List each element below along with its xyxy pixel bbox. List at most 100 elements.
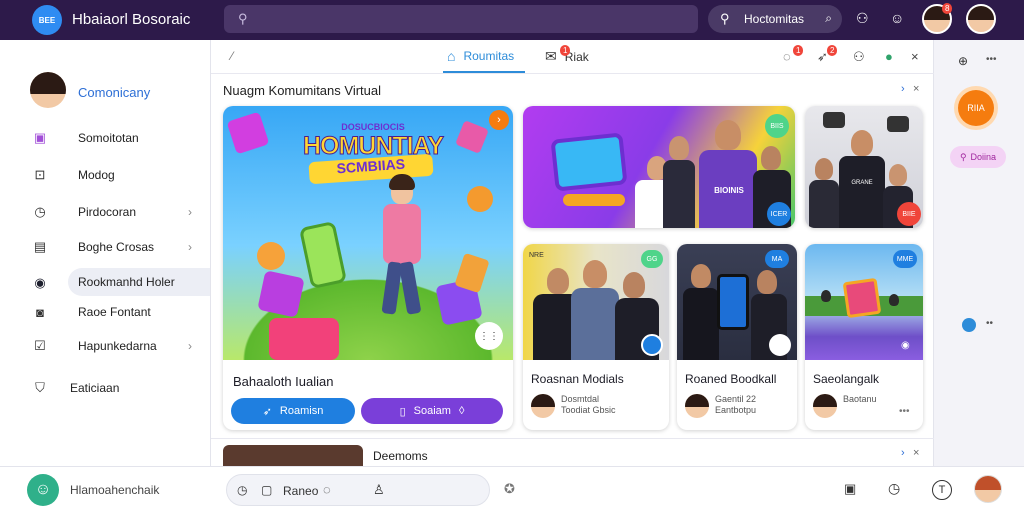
active-tab-indicator: [443, 71, 525, 73]
sidebar-profile-avatar[interactable]: [30, 72, 66, 108]
clock-icon[interactable]: ◷: [888, 480, 900, 497]
chevron-right-icon: ›: [188, 240, 192, 254]
close-icon[interactable]: ×: [911, 49, 919, 64]
more-icon[interactable]: [769, 334, 791, 356]
send-badge: 2: [827, 45, 838, 56]
text-tool-icon[interactable]: T: [932, 480, 952, 500]
community-panel: Nuagm Komumitans Virtual › × › DOSUCBIOC…: [211, 76, 935, 438]
search-pill-button[interactable]: ⚲ Hoctomitas ⌕: [708, 5, 842, 33]
play-icon[interactable]: [641, 334, 663, 356]
status-pill: MME: [893, 250, 917, 268]
sidebar-item-modog[interactable]: ⊡ Modog: [30, 161, 198, 189]
sticker-icon[interactable]: ✪: [504, 481, 515, 497]
calendar-icon[interactable]: ▣: [844, 481, 856, 497]
sidebar-item-hapunkedarna[interactable]: ☑ Hapunkedarna ›: [30, 332, 198, 360]
avatar-hair: [975, 476, 1001, 491]
app-title: Hbaiaorl Bosoraic: [72, 11, 191, 28]
avatar-hair: [813, 394, 837, 408]
arch-structure: [842, 277, 882, 319]
panel-expand-icon[interactable]: ›: [901, 83, 905, 95]
stage-light: [887, 116, 909, 132]
card-title: Roaned Boodkall: [685, 372, 777, 386]
content-card[interactable]: MME ◉ Saeolangalk Baotanu •••: [805, 244, 923, 430]
panel-close-icon[interactable]: ×: [913, 83, 919, 95]
rail-pill[interactable]: ⚲ Doiina: [950, 146, 1006, 168]
sidebar-item-label: Boghe Crosas: [78, 240, 155, 254]
status-dot-icon[interactable]: ●: [885, 49, 893, 64]
sidebar-item-label: Pirdocoran: [78, 205, 137, 219]
link-icon[interactable]: ⊕: [958, 54, 968, 68]
content-card[interactable]: NRE GG Roasnan Modials Dosmtdal Toodiat …: [523, 244, 669, 430]
group-photo-card[interactable]: GRANE BIIE: [805, 106, 923, 228]
person-head: [691, 264, 711, 288]
avatar-hair: [30, 72, 66, 94]
online-status-icon[interactable]: [962, 318, 976, 332]
avatar-hair: [968, 6, 994, 21]
phone-screen: [717, 274, 749, 330]
bag-icon: ⊡: [34, 167, 46, 182]
more-icon[interactable]: ••: [986, 318, 993, 329]
card-meta-1: Dosmtdal: [561, 394, 600, 404]
primary-action-label: Roamisn: [279, 405, 324, 417]
smiley-icon[interactable]: ☺: [890, 10, 904, 26]
more-options-icon[interactable]: ⋮⋮: [475, 322, 503, 350]
sidebar-item-eaticiaan[interactable]: ⛉ Eaticiaan: [30, 374, 198, 402]
person-head: [623, 272, 645, 298]
person-head: [851, 130, 873, 156]
tab-roumitas[interactable]: ⌂ Roumitas: [447, 48, 514, 64]
mic-icon: ◊: [458, 405, 465, 417]
shield-icon: ⛉: [35, 380, 45, 395]
runner-figure: [821, 290, 831, 302]
person-head: [583, 260, 607, 288]
sidebar-item-pirdocoran[interactable]: ◷ Pirdocoran ›: [30, 198, 198, 226]
sidebar-item-label: Rookmanhd Holer: [78, 275, 175, 289]
image-icon[interactable]: ▢: [261, 483, 272, 497]
author-avatar[interactable]: [813, 394, 837, 418]
sidebar-item-somoitotan[interactable]: ▣ Somoitotan: [30, 124, 198, 152]
video-card[interactable]: BIOINIS BIIS ICER: [523, 106, 795, 228]
more-options-icon[interactable]: •••: [899, 406, 910, 417]
fox-mascot: [467, 186, 493, 212]
content-card-image: MME ◉: [805, 244, 923, 360]
comment-icon[interactable]: ◌: [323, 482, 331, 497]
global-search-input[interactable]: ⚲: [224, 5, 698, 33]
section-expand-icon[interactable]: ›: [901, 447, 905, 459]
content-card[interactable]: MA Roaned Boodkall Gaentil 22 Eantbotpu: [677, 244, 797, 430]
game-controller-icon[interactable]: ⚇: [856, 10, 869, 27]
profile-avatar[interactable]: [966, 4, 996, 34]
play-icon[interactable]: ◉: [901, 340, 910, 351]
back-arrow-icon[interactable]: ⁄: [231, 49, 233, 63]
next-arrow-icon[interactable]: ›: [489, 110, 509, 130]
like-icon[interactable]: ♙: [373, 482, 385, 498]
sidebar-item-boghe-crosas[interactable]: ▤ Boghe Crosas ›: [30, 233, 198, 261]
section-close-icon[interactable]: ×: [913, 447, 919, 459]
more-icon[interactable]: •••: [986, 54, 997, 65]
bottom-user-label: Hlamoahenchaik: [70, 483, 160, 497]
avatar-hair: [531, 394, 555, 408]
person-shirt: [683, 288, 719, 360]
shirt-text: BIOINIS: [714, 186, 744, 195]
rail-action-button[interactable]: RIIA: [958, 90, 994, 126]
compose-input[interactable]: ◷ ▢ Raneo ◌ ♙: [226, 474, 490, 506]
primary-action-button[interactable]: ➶ Roamisn: [231, 398, 355, 424]
author-avatar[interactable]: [685, 394, 709, 418]
emoji-icon[interactable]: ◷: [237, 483, 247, 497]
author-avatar[interactable]: [531, 394, 555, 418]
toy-block: [257, 270, 305, 318]
chat-bubble-icon[interactable]: ◌: [783, 49, 791, 64]
sidebar-item-raoe-fontant[interactable]: ◙ Raoe Fontant: [30, 298, 198, 326]
next-section: Deemoms › ×: [211, 438, 935, 467]
chevron-right-icon: ›: [188, 205, 192, 219]
sidebar-profile-name[interactable]: Comonicany: [78, 85, 150, 100]
card-title: Saeolangalk: [813, 372, 880, 386]
bottom-profile-avatar[interactable]: [974, 475, 1002, 503]
secondary-action-button[interactable]: ▯ Soaiam ◊: [361, 398, 503, 424]
user-status-avatar[interactable]: ☺: [27, 474, 59, 506]
secondary-action-label: Soaiam: [413, 405, 451, 417]
app-logo[interactable]: BEE: [32, 5, 62, 35]
runner-figure: [889, 294, 899, 306]
people-icon[interactable]: ⚇: [853, 49, 865, 65]
avatar-hair: [685, 394, 709, 408]
featured-card[interactable]: › DOSUCBIOCIS HOMUNTIAY SCMBIIAS ⋮⋮ Baha…: [223, 106, 513, 430]
stage-light: [823, 112, 845, 128]
